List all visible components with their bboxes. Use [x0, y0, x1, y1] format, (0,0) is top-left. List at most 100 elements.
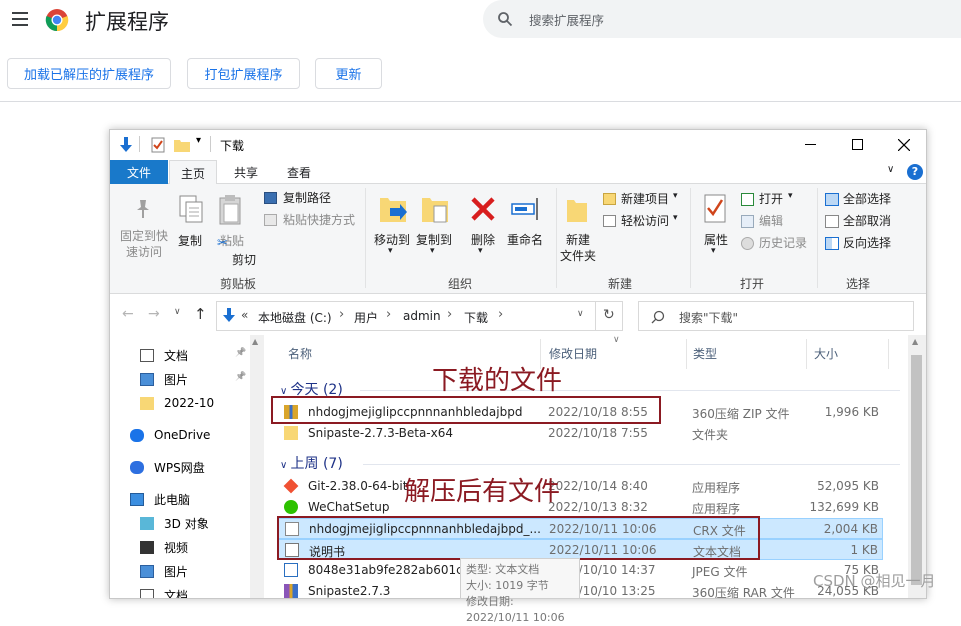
- file-row[interactable]: WeChatSetup 2022/10/13 8:32 应用程序 132,699 KB: [278, 497, 883, 518]
- forward-arrow-icon[interactable]: →: [148, 306, 160, 322]
- select-all-button[interactable]: 全部选择: [843, 191, 891, 207]
- address-bar[interactable]: « 本地磁盘 (C:) › 用户 › admin › 下载 › ∨: [216, 301, 596, 331]
- annotation-downloaded: 下载的文件: [432, 366, 563, 396]
- edit-icon: [741, 215, 754, 228]
- select-none-button[interactable]: 全部取消: [843, 213, 891, 229]
- search-icon: [498, 12, 513, 27]
- nav-scrollbar[interactable]: ▲: [250, 335, 264, 598]
- file-row[interactable]: Snipaste2.7.3 2022/10/10 13:25 360压缩 RAR 文…: [278, 581, 883, 598]
- window-title: 下载: [220, 139, 245, 153]
- delete-button[interactable]: 删除: [464, 232, 502, 248]
- scroll-up-icon[interactable]: ▲: [252, 337, 258, 346]
- maximize-icon[interactable]: [852, 139, 863, 150]
- pack-extension-button[interactable]: 打包扩展程序: [187, 58, 300, 89]
- scrollbar-thumb[interactable]: [911, 355, 922, 585]
- nav-item[interactable]: 图片 📌: [140, 368, 246, 390]
- chrome-header: 扩展程序 搜索扩展程序: [0, 0, 961, 42]
- load-unpacked-button[interactable]: 加载已解压的扩展程序: [7, 58, 171, 89]
- breadcrumb-users[interactable]: 用户: [354, 309, 378, 326]
- address-dropdown-icon[interactable]: ∨: [577, 309, 584, 319]
- expand-ribbon-icon[interactable]: ∨: [887, 164, 894, 175]
- chevron-down-icon: ▾: [478, 246, 483, 256]
- tab-share[interactable]: 共享: [222, 160, 270, 184]
- collapse-chevron-icon[interactable]: ∨: [280, 460, 291, 471]
- nav-item[interactable]: 图片: [140, 560, 188, 582]
- properties-button[interactable]: 属性: [698, 232, 734, 248]
- delete-icon: [471, 197, 495, 221]
- pin-quick-access-button[interactable]: 固定到快 速访问: [114, 228, 174, 260]
- new-item-button[interactable]: 新建项目: [621, 191, 669, 207]
- back-arrow-icon[interactable]: ←: [122, 306, 134, 322]
- breadcrumb-admin[interactable]: admin: [403, 309, 441, 323]
- close-icon[interactable]: [898, 139, 910, 151]
- vertical-scrollbar[interactable]: ▲: [908, 335, 926, 598]
- file-size: 2,004 KB: [823, 522, 878, 536]
- tab-file[interactable]: 文件: [110, 160, 168, 184]
- nav-item[interactable]: 视频: [140, 536, 188, 558]
- copy-button[interactable]: 复制: [172, 233, 208, 249]
- properties-check-icon[interactable]: [151, 137, 165, 153]
- divider: [365, 188, 366, 288]
- breadcrumb-downloads[interactable]: 下载: [464, 309, 488, 326]
- file-type: 文件夹: [692, 428, 729, 442]
- chevron-down-icon: ▾: [673, 191, 678, 201]
- file-row[interactable]: Git-2.38.0-64-bit 2022/10/14 8:40 应用程序 52,0…: [278, 476, 883, 497]
- search-icon: [651, 310, 665, 324]
- new-folder-icon[interactable]: [174, 138, 190, 152]
- menu-icon[interactable]: [12, 12, 28, 26]
- search-input[interactable]: 搜索扩展程序: [529, 10, 604, 29]
- nav-item[interactable]: 2022-10: [140, 392, 214, 414]
- edit-button[interactable]: 编辑: [759, 213, 783, 229]
- column-type[interactable]: 类型: [693, 345, 717, 362]
- pin-icon[interactable]: 📌: [235, 372, 246, 382]
- folder-icon: [284, 426, 298, 440]
- file-row[interactable]: Snipaste-2.7.3-Beta-x64 2022/10/18 7:55 文件…: [278, 423, 883, 444]
- videos-icon: [140, 540, 154, 554]
- breadcrumb-overflow[interactable]: «: [241, 308, 248, 322]
- divider: [686, 339, 687, 369]
- nav-item-label: WPS网盘: [154, 460, 205, 475]
- cut-button[interactable]: 剪切: [232, 252, 256, 268]
- help-icon[interactable]: ?: [907, 164, 923, 180]
- nav-item[interactable]: 文档: [140, 584, 188, 598]
- ribbon-home: 固定到快 速访问 复制 粘贴 复制路径 粘贴快捷方式 ✂ 剪切 剪贴板 移动到 …: [110, 184, 926, 294]
- group-header[interactable]: ∨ 上周 (7): [280, 453, 343, 473]
- history-button[interactable]: 历史记录: [759, 235, 807, 251]
- invert-selection-button[interactable]: 反向选择: [843, 235, 891, 251]
- divider: [690, 188, 691, 288]
- file-row[interactable]: 8048e31ab9fe282ab601c79f58c5e76e 2022/10/…: [278, 560, 883, 581]
- rename-button[interactable]: 重命名: [502, 232, 548, 248]
- git-app-icon: [283, 478, 299, 494]
- nav-item[interactable]: OneDrive: [130, 424, 210, 446]
- pin-icon[interactable]: 📌: [235, 348, 246, 358]
- explorer-search[interactable]: 搜索"下载": [638, 301, 914, 331]
- scroll-up-icon[interactable]: ▲: [912, 337, 918, 346]
- paste-shortcut-button[interactable]: 粘贴快捷方式: [283, 212, 355, 228]
- easy-access-button[interactable]: 轻松访问: [621, 213, 669, 229]
- refresh-button[interactable]: ↻: [595, 301, 623, 331]
- recent-locations-icon[interactable]: ∨: [174, 307, 181, 317]
- tooltip-type: 类型: 文本文档: [466, 563, 540, 576]
- column-size[interactable]: 大小: [814, 345, 838, 362]
- file-name: Git-2.38.0-64-bit: [308, 479, 408, 493]
- open-button[interactable]: 打开: [759, 191, 783, 207]
- nav-item[interactable]: 此电脑: [130, 488, 190, 510]
- navigation-pane: 文档 📌 图片 📌 2022-10 OneDrive WPS网盘此电脑 3D 对象 视频 图片文档: [110, 335, 268, 598]
- minimize-icon[interactable]: [805, 144, 816, 145]
- explorer-search-input[interactable]: 搜索"下载": [679, 309, 738, 326]
- nav-item[interactable]: 文档 📌: [140, 344, 246, 366]
- file-tooltip: 类型: 文本文档 大小: 1019 字节 修改日期: 2022/10/11 10…: [460, 558, 580, 624]
- new-folder-button[interactable]: 新建 文件夹: [556, 232, 600, 264]
- nav-item[interactable]: WPS网盘: [130, 456, 205, 478]
- paste-icon: [219, 195, 241, 225]
- copy-path-button[interactable]: 复制路径: [283, 190, 331, 206]
- tab-view[interactable]: 查看: [275, 160, 323, 184]
- chrome-logo-icon: [45, 9, 69, 32]
- tab-home[interactable]: 主页: [169, 160, 217, 185]
- column-name[interactable]: 名称: [288, 345, 312, 362]
- quick-access-dropdown-icon[interactable]: ▾: [196, 135, 201, 146]
- breadcrumb-local-disk[interactable]: 本地磁盘 (C:): [258, 309, 332, 326]
- up-arrow-icon[interactable]: ↑: [194, 305, 207, 323]
- nav-item[interactable]: 3D 对象: [140, 512, 209, 534]
- update-button[interactable]: 更新: [315, 58, 382, 89]
